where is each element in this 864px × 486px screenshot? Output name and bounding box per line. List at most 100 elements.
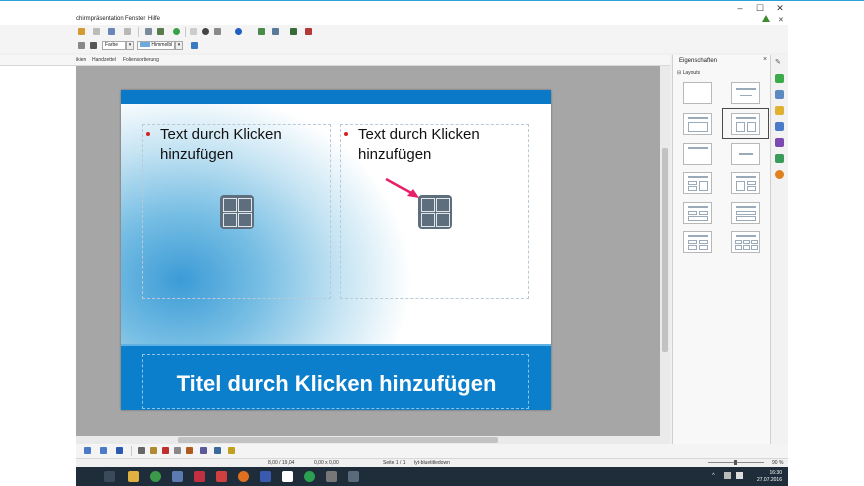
menu-slideshow[interactable]: chirmpräsentation [76,16,124,22]
slide-icon[interactable] [258,28,265,35]
media-icon[interactable] [186,447,193,454]
layout-centered-text[interactable] [731,143,760,165]
grid-icon[interactable] [190,28,197,35]
notification-icon[interactable] [736,472,743,479]
sidebar-close-icon[interactable]: × [763,56,767,63]
layout-blank[interactable] [683,82,712,104]
close-window-button[interactable]: ✕ [770,2,790,14]
right-content-placeholder[interactable]: Text durch Klicken hinzufügen [340,124,529,299]
layout-icon[interactable] [272,28,279,35]
insert-video-icon[interactable] [238,213,252,227]
left-content-placeholder[interactable]: Text durch Klicken hinzufügen [142,124,331,299]
layout-title-content[interactable] [683,113,712,135]
layout-title-content-over-content[interactable] [731,202,760,224]
update-icon[interactable] [762,15,770,22]
show-icon[interactable] [290,28,297,35]
app-gray-icon[interactable] [326,471,337,482]
close-document-icon[interactable]: ✕ [778,16,784,24]
arrow-style-icon[interactable] [78,42,85,49]
master-icon[interactable] [305,28,312,35]
layout-title-4content[interactable] [683,231,712,253]
layout-title-slide[interactable] [731,82,760,104]
undo-icon[interactable] [108,28,115,35]
layout-title-only[interactable] [683,143,712,165]
spotify-icon[interactable] [304,471,315,482]
zoom-slider-handle[interactable] [734,460,737,465]
firefox-icon[interactable] [238,471,249,482]
insert-chart-icon[interactable] [436,198,450,212]
vertical-scroll-thumb[interactable] [662,148,668,352]
explorer-icon[interactable] [128,471,139,482]
app-red-icon[interactable] [216,471,227,482]
layout-title-two-content[interactable] [731,113,760,135]
layouts-section-header[interactable]: ⊟ Layouts [677,70,700,76]
clone-icon[interactable] [93,28,100,35]
media-app-icon[interactable] [194,471,205,482]
minimize-button[interactable]: – [730,2,750,14]
app-icon[interactable] [172,471,183,482]
styles-icon[interactable] [775,138,784,147]
callout-icon[interactable] [100,447,107,454]
slide[interactable]: Text durch Klicken hinzufügen Text durch… [121,90,551,410]
task-view-icon[interactable] [104,471,115,482]
clock-time[interactable]: 16:30 [752,470,782,476]
app-blue-icon[interactable] [260,471,271,482]
fontwork-icon[interactable] [162,447,169,454]
tab-handout[interactable]: Handzettel [92,57,116,63]
gallery-icon[interactable] [775,154,784,163]
insert-content-icons[interactable] [418,195,452,229]
paste-icon[interactable] [78,28,85,35]
table-icon[interactable] [145,28,152,35]
app-dark-icon[interactable] [348,471,359,482]
maximize-button[interactable]: ☐ [750,2,770,14]
arrange-icon[interactable] [228,447,235,454]
glue-icon[interactable] [150,447,157,454]
slide-transition-icon[interactable] [775,90,784,99]
help-icon[interactable] [235,28,242,35]
navigator-icon[interactable] [775,170,784,179]
chrome-icon[interactable] [150,471,161,482]
tab-notes[interactable]: ikien [76,57,86,63]
insert-table-icon[interactable] [223,198,237,212]
title-placeholder[interactable]: Titel durch Klicken hinzufügen [142,354,529,409]
layout-title-2content-over-content[interactable] [683,202,712,224]
master-slides-icon[interactable] [775,122,784,131]
layout-title-content-2content[interactable] [731,172,760,194]
fill-color-select[interactable]: Himmelbl [137,41,175,50]
insert-image-icon[interactable] [223,213,237,227]
points-icon[interactable] [138,447,145,454]
tray-chevron-icon[interactable]: ^ [712,473,715,479]
layout-title-2content-content[interactable] [683,172,712,194]
image-icon[interactable] [157,28,164,35]
properties-icon[interactable] [775,74,784,83]
fill-color-arrow-icon[interactable]: ▾ [175,41,183,50]
animation-icon[interactable] [775,106,784,115]
clock-date[interactable]: 27.07.2016 [746,477,782,483]
insert-table-icon[interactable] [421,198,435,212]
sidebar-settings-icon[interactable]: ✎ [775,58,781,66]
insert-content-icons[interactable] [220,195,254,229]
menu-window[interactable]: Fenster [125,16,145,22]
redo-icon[interactable] [124,28,131,35]
shape-rect-icon[interactable] [84,447,91,454]
fill-type-arrow-icon[interactable]: ▾ [126,41,134,50]
tab-slide-sorter[interactable]: Foliensortierung [123,57,159,63]
image-from-file-icon[interactable] [174,447,181,454]
star-icon[interactable] [116,447,123,454]
fill-bucket-icon[interactable] [90,42,97,49]
battery-icon[interactable] [724,472,731,479]
chart-icon[interactable] [173,28,180,35]
libreoffice-icon[interactable] [282,471,293,482]
menu-help[interactable]: Hilfe [148,16,160,22]
zoom-level[interactable]: 90 % [772,460,783,466]
horizontal-scroll-thumb[interactable] [178,437,498,443]
align-icon[interactable] [214,447,221,454]
layout-title-6content[interactable] [731,231,760,253]
insert-image-icon[interactable] [421,213,435,227]
extrusion-icon[interactable] [200,447,207,454]
insert-video-icon[interactable] [436,213,450,227]
insert-chart-icon[interactable] [238,198,252,212]
no-draw-icon[interactable] [202,28,209,35]
find-icon[interactable] [214,28,221,35]
fill-type-select[interactable]: Farbe [102,41,126,50]
